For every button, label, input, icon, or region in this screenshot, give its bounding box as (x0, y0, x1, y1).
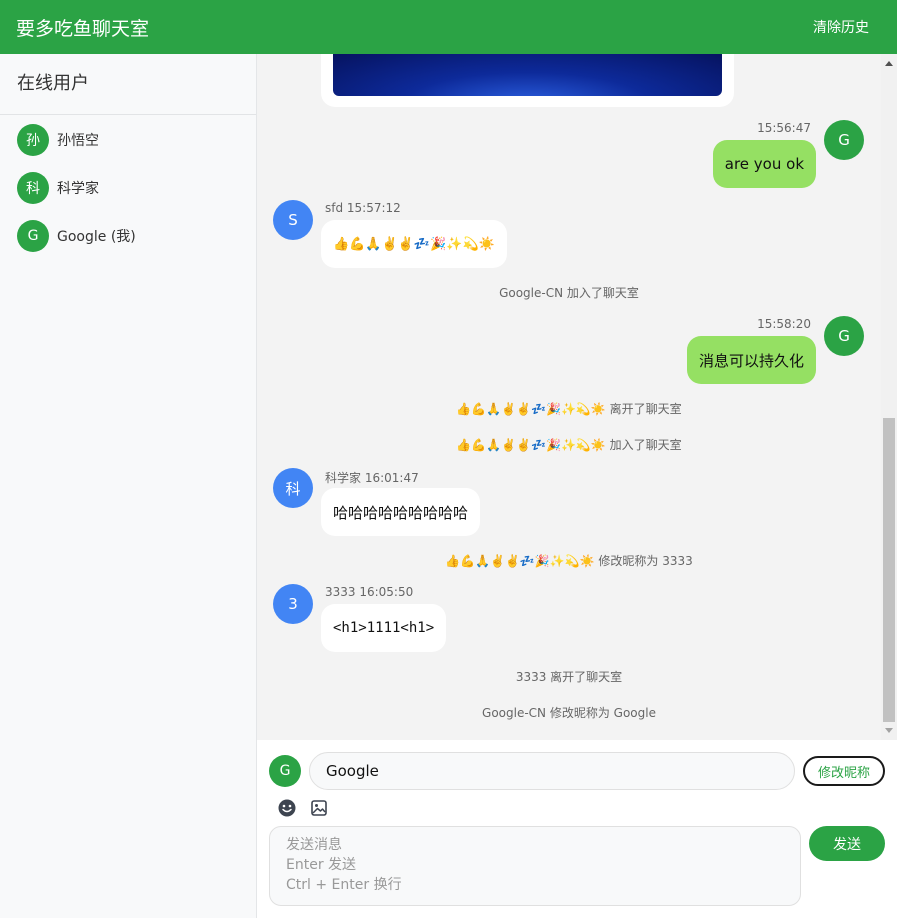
send-button[interactable]: 发送 (809, 826, 885, 861)
message-meta: sfd 15:57:12 (325, 201, 401, 215)
message-scrollbar[interactable] (881, 54, 897, 740)
message-bubble-other: 👍💪🙏✌️✌️💤🎉✨💫☀️ (321, 220, 507, 268)
system-message: Google-CN 加入了聊天室 (499, 286, 639, 300)
avatar: G (824, 120, 864, 160)
scrollbar-thumb[interactable] (883, 418, 895, 722)
system-message: Google-CN 修改昵称为 Google (482, 706, 656, 720)
app-header: 要多吃鱼聊天室 清除历史 (0, 0, 897, 54)
message-meta: 科学家 16:01:47 (325, 471, 419, 485)
scroll-up-arrow-icon[interactable] (885, 61, 893, 66)
message-time: 15:56:47 (757, 121, 811, 135)
user-item-me[interactable]: G Google (我) (0, 212, 256, 260)
avatar: G (269, 755, 301, 787)
system-message: 3333 离开了聊天室 (515, 670, 623, 684)
message-list[interactable]: G 15:56:47 are you ok S sfd 15:57:12 👍💪🙏… (257, 54, 881, 740)
user-item[interactable]: 科 科学家 (0, 164, 256, 212)
emoji-icon[interactable] (277, 798, 297, 818)
system-message: 👍💪🙏✌️✌️💤🎉✨💫☀️ 修改昵称为 3333 (445, 554, 693, 568)
right-gutter (897, 0, 901, 918)
avatar: S (273, 200, 313, 240)
sidebar-title: 在线用户 (0, 54, 256, 115)
avatar: 3 (273, 584, 313, 624)
user-name: 科学家 (57, 181, 99, 197)
composer: G 修改昵称 发送 (257, 740, 897, 918)
avatar: G (17, 220, 49, 252)
shared-image[interactable] (333, 54, 722, 96)
avatar: 科 (17, 172, 49, 204)
system-message: 👍💪🙏✌️✌️💤🎉✨💫☀️ 离开了聊天室 (456, 402, 682, 416)
avatar: 孙 (17, 124, 49, 156)
avatar: G (824, 316, 864, 356)
user-name: Google (我) (57, 229, 136, 245)
user-item[interactable]: 孙 孙悟空 (0, 116, 256, 164)
image-message (321, 54, 734, 107)
message-bubble-mine: 消息可以持久化 (686, 336, 816, 384)
nickname-input[interactable] (309, 752, 795, 790)
app-title: 要多吃鱼聊天室 (16, 17, 150, 40)
user-name: 孙悟空 (57, 133, 99, 149)
message-bubble-other: 哈哈哈哈哈哈哈哈哈 (321, 488, 481, 536)
clear-history-button[interactable]: 清除历史 (813, 17, 869, 37)
message-bubble-other: <h1>1111<h1> (321, 604, 447, 652)
system-message: 👍💪🙏✌️✌️💤🎉✨💫☀️ 加入了聊天室 (456, 438, 682, 452)
message-bubble-mine: are you ok (712, 140, 816, 188)
avatar: 科 (273, 468, 313, 508)
change-nickname-button[interactable]: 修改昵称 (803, 756, 885, 786)
image-icon[interactable] (309, 798, 329, 818)
online-users-sidebar: 在线用户 孙 孙悟空 科 科学家 G Google (我) (0, 54, 257, 918)
message-input[interactable] (269, 826, 801, 906)
message-meta: 3333 16:05:50 (325, 585, 414, 599)
message-time: 15:58:20 (757, 317, 811, 331)
scroll-down-arrow-icon[interactable] (885, 728, 893, 733)
